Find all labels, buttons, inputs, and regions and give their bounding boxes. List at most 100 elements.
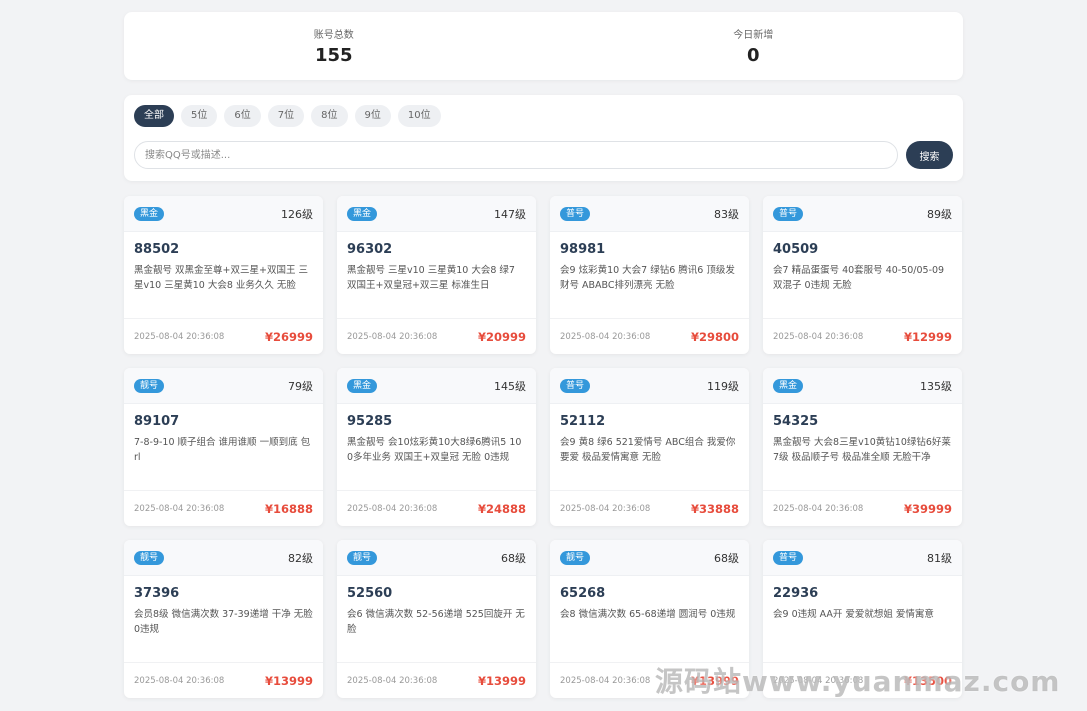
- account-description: 会9 黄8 绿6 521爱情号 ABC组合 我爱你 要爱 极品爱情寓意 无脸: [560, 437, 736, 463]
- tab-10-digit[interactable]: 10位: [397, 105, 441, 127]
- account-description: 黑金靓号 会10炫彩黄10大8绿6腾讯5 100多年业务 双国王+双皇冠 无脸 …: [347, 437, 522, 463]
- card-header: 黑金 147级: [337, 196, 536, 232]
- account-card[interactable]: 黑金 147级 96302 黑金靓号 三星v10 三星黄10 大会8 绿7 双国…: [337, 196, 536, 354]
- tab-8-digit[interactable]: 8位: [311, 105, 348, 127]
- tab-5-digit[interactable]: 5位: [181, 105, 218, 127]
- account-price: ¥29800: [690, 329, 739, 344]
- qq-number: 37396: [134, 586, 180, 601]
- search-input[interactable]: [134, 141, 898, 169]
- tab-6-digit[interactable]: 6位: [224, 105, 261, 127]
- account-level: 68级: [501, 551, 526, 565]
- account-price: ¥24888: [477, 501, 526, 516]
- card-header: 黑金 135级: [763, 368, 962, 404]
- qq-number: 89107: [134, 414, 180, 429]
- qq-number: 52112: [560, 414, 606, 429]
- account-description: 会6 微信满次数 52-56递增 525回旋开 无脸: [347, 609, 525, 635]
- account-card[interactable]: 普号 119级 52112 会9 黄8 绿6 521爱情号 ABC组合 我爱你 …: [550, 368, 749, 526]
- tab-9-digit[interactable]: 9位: [354, 105, 391, 127]
- card-footer: 2025-08-04 20:36:08 ¥16888: [124, 490, 323, 526]
- account-level: 68级: [714, 551, 739, 565]
- account-card[interactable]: 黑金 135级 54325 黑金靓号 大会8三星v10黄钻10绿钻6好莱7级 极…: [763, 368, 962, 526]
- stat-today-value: 0: [746, 45, 760, 66]
- account-level: 82级: [288, 551, 313, 565]
- card-body: 52112 会9 黄8 绿6 521爱情号 ABC组合 我爱你 要爱 极品爱情寓…: [550, 404, 749, 490]
- tab-all[interactable]: 全部: [134, 105, 174, 127]
- account-type-badge: 普号: [773, 206, 804, 221]
- card-header: 靓号 82级: [124, 540, 323, 576]
- account-card[interactable]: 普号 83级 98981 会9 炫彩黄10 大会7 绿钻6 腾讯6 顶级发财号 …: [550, 196, 749, 354]
- card-body: 96302 黑金靓号 三星v10 三星黄10 大会8 绿7 双国王+双皇冠+双三…: [337, 232, 536, 318]
- stat-today: 今日新增 0: [544, 12, 964, 80]
- card-header: 普号 89级: [763, 196, 962, 232]
- card-body: 98981 会9 炫彩黄10 大会7 绿钻6 腾讯6 顶级发财号 ABABC排列…: [550, 232, 749, 318]
- account-card[interactable]: 靓号 79级 89107 7-8-9-10 顺子组合 谁用谁顺 一顺到底 包rl…: [124, 368, 323, 526]
- account-card[interactable]: 靓号 68级 52560 会6 微信满次数 52-56递增 525回旋开 无脸 …: [337, 540, 536, 698]
- card-header: 靓号 79级: [124, 368, 323, 404]
- digit-tabs: 全部 5位 6位 7位 8位 9位 10位: [134, 105, 953, 127]
- tab-7-digit[interactable]: 7位: [267, 105, 305, 127]
- search-button[interactable]: 搜索: [906, 141, 953, 169]
- qq-number: 65268: [560, 586, 606, 601]
- account-description: 7-8-9-10 顺子组合 谁用谁顺 一顺到底 包rl: [134, 437, 311, 463]
- card-footer: 2025-08-04 20:36:08 ¥26999: [124, 318, 323, 354]
- card-footer: 2025-08-04 20:36:08 ¥39999: [763, 490, 962, 526]
- main-container: 账号总数 155 今日新增 0 全部 5位 6位 7位 8位 9位 10位 搜索…: [124, 12, 963, 698]
- account-card[interactable]: 靓号 82级 37396 会员8级 微信满次数 37-39递增 干净 无脸 0违…: [124, 540, 323, 698]
- account-level: 147级: [494, 207, 526, 221]
- search-row: 搜索: [134, 141, 953, 169]
- card-body: 54325 黑金靓号 大会8三星v10黄钻10绿钻6好莱7级 极品顺子号 极品准…: [763, 404, 962, 490]
- card-footer: 2025-08-04 20:36:08 ¥33888: [550, 490, 749, 526]
- account-level: 79级: [288, 379, 313, 393]
- account-level: 81级: [927, 551, 952, 565]
- listing-time: 2025-08-04 20:36:08: [560, 675, 651, 686]
- card-footer: 2025-08-04 20:36:08 ¥13999: [337, 662, 536, 698]
- account-level: 135级: [920, 379, 952, 393]
- account-type-badge: 普号: [560, 378, 591, 393]
- card-footer: 2025-08-04 20:36:08 ¥24888: [337, 490, 536, 526]
- qq-number: 22936: [773, 586, 819, 601]
- account-description: 会9 0违规 AA开 爱爱就想姐 爱情寓意: [773, 609, 934, 620]
- account-grid: 黑金 126级 88502 黑金靓号 双黑金至尊+双三星+双国王 三星v10 三…: [124, 196, 963, 698]
- account-card[interactable]: 普号 89级 40509 会7 精品蛋蛋号 40套服号 40-50/05-09 …: [763, 196, 962, 354]
- account-type-badge: 靓号: [134, 550, 165, 565]
- card-body: 40509 会7 精品蛋蛋号 40套服号 40-50/05-09 双混子 0违规…: [763, 232, 962, 318]
- stat-total: 账号总数 155: [124, 12, 544, 80]
- account-price: ¥33888: [690, 501, 739, 516]
- account-description: 黑金靓号 三星v10 三星黄10 大会8 绿7 双国王+双皇冠+双三星 标准生日: [347, 265, 515, 291]
- account-type-badge: 靓号: [560, 550, 591, 565]
- account-price: ¥16888: [264, 501, 313, 516]
- stat-total-value: 155: [314, 45, 353, 66]
- stat-total-label: 账号总数: [313, 30, 354, 41]
- account-type-badge: 黑金: [347, 206, 378, 221]
- account-description: 会员8级 微信满次数 37-39递增 干净 无脸 0违规: [134, 609, 313, 635]
- card-body: 88502 黑金靓号 双黑金至尊+双三星+双国王 三星v10 三星黄10 大会8…: [124, 232, 323, 318]
- qq-number: 95285: [347, 414, 393, 429]
- stats-panel: 账号总数 155 今日新增 0: [124, 12, 963, 80]
- card-footer: 2025-08-04 20:36:08 ¥29800: [550, 318, 749, 354]
- account-price: ¥13999: [477, 673, 526, 688]
- account-description: 会9 炫彩黄10 大会7 绿钻6 腾讯6 顶级发财号 ABABC排列漂亮 无脸: [560, 265, 735, 291]
- card-body: 22936 会9 0违规 AA开 爱爱就想姐 爱情寓意: [763, 576, 962, 662]
- account-level: 145级: [494, 379, 526, 393]
- account-description: 会8 微信满次数 65-68递增 圆润号 0违规: [560, 609, 736, 620]
- account-description: 会7 精品蛋蛋号 40套服号 40-50/05-09 双混子 0违规 无脸: [773, 265, 945, 291]
- stat-today-label: 今日新增: [733, 30, 774, 41]
- account-description: 黑金靓号 双黑金至尊+双三星+双国王 三星v10 三星黄10 大会8 业务久久 …: [134, 265, 308, 291]
- listing-time: 2025-08-04 20:36:08: [347, 331, 438, 342]
- card-body: 95285 黑金靓号 会10炫彩黄10大8绿6腾讯5 100多年业务 双国王+双…: [337, 404, 536, 490]
- account-type-badge: 靓号: [347, 550, 378, 565]
- account-type-badge: 黑金: [773, 378, 804, 393]
- account-price: ¥20999: [477, 329, 526, 344]
- account-price: ¥13999: [264, 673, 313, 688]
- card-body: 37396 会员8级 微信满次数 37-39递增 干净 无脸 0违规: [124, 576, 323, 662]
- account-level: 83级: [714, 207, 739, 221]
- account-card[interactable]: 黑金 126级 88502 黑金靓号 双黑金至尊+双三星+双国王 三星v10 三…: [124, 196, 323, 354]
- account-type-badge: 黑金: [347, 378, 378, 393]
- listing-time: 2025-08-04 20:36:08: [773, 503, 864, 514]
- qq-number: 52560: [347, 586, 393, 601]
- card-header: 靓号 68级: [337, 540, 536, 576]
- card-header: 普号 119级: [550, 368, 749, 404]
- card-header: 黑金 126级: [124, 196, 323, 232]
- account-card[interactable]: 黑金 145级 95285 黑金靓号 会10炫彩黄10大8绿6腾讯5 100多年…: [337, 368, 536, 526]
- account-price: ¥26999: [264, 329, 313, 344]
